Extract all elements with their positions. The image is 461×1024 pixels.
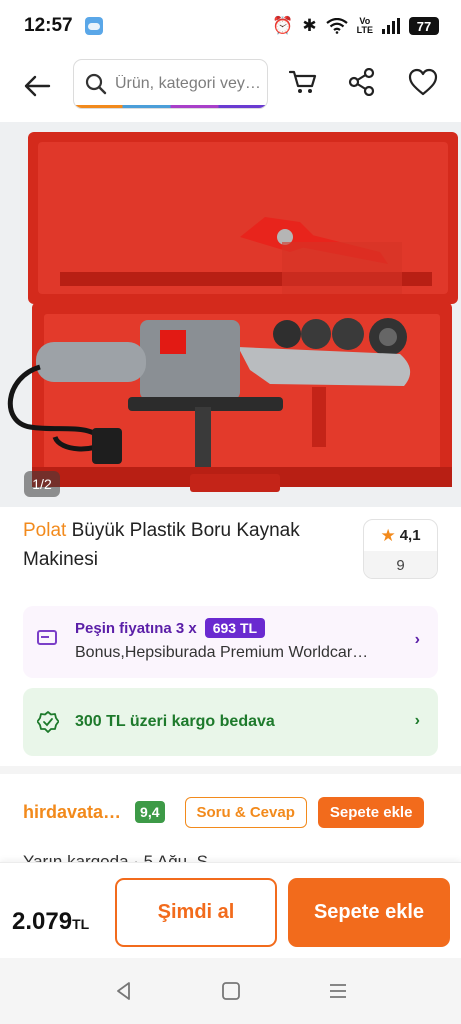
nav-back-button[interactable] [104, 971, 144, 1011]
product-image-carousel[interactable] [0, 122, 461, 507]
installment-card[interactable]: Peşin fiyatına 3 x 693 TL Bonus,Hepsibur… [23, 606, 438, 678]
price-currency: TL [72, 916, 90, 932]
triangle-back-icon [116, 982, 130, 1000]
weather-icon [84, 17, 103, 35]
section-divider [0, 766, 461, 774]
search-bar[interactable] [73, 59, 268, 109]
bottom-action-bar: 2.079TL Şimdi al Sepete ekle [0, 862, 461, 958]
battery-indicator: 77 [409, 17, 439, 35]
menu-lines-icon [329, 984, 346, 998]
back-button[interactable] [17, 66, 57, 106]
favorite-button[interactable] [403, 62, 443, 102]
bluetooth-icon: ✱ [302, 16, 317, 35]
arrow-left-icon [24, 75, 51, 97]
qa-button[interactable]: Soru & Cevap [184, 796, 307, 828]
product-photo [7, 132, 458, 492]
search-icon [85, 73, 107, 95]
badge-check-icon [37, 711, 59, 733]
share-icon [348, 68, 375, 96]
chevron-right-icon: › [414, 712, 420, 729]
card-icon [37, 630, 57, 645]
cart-button[interactable] [283, 62, 323, 102]
star-icon: ★ [380, 525, 396, 545]
product-title: Polat Büyük Plastik Boru Kaynak Makinesi [23, 516, 353, 574]
seller-add-to-cart-button[interactable]: Sepete ekle [317, 796, 425, 828]
search-input[interactable] [115, 75, 265, 93]
share-button[interactable] [342, 62, 382, 102]
volte-indicator: Vo LTE [357, 17, 373, 35]
status-icons: ⏰ ✱ Vo LTE 77 [272, 16, 439, 36]
image-counter: 1/2 [24, 471, 60, 497]
system-navigation-bar [0, 958, 461, 1024]
heart-icon [408, 68, 438, 96]
buy-now-button[interactable]: Şimdi al [115, 878, 277, 947]
seller-name[interactable]: hirdavata… [23, 802, 121, 823]
free-shipping-card[interactable]: 300 TL üzeri kargo bedava › [23, 688, 438, 756]
rating-summary: ★ 4,1 [364, 520, 437, 551]
top-app-bar [0, 56, 461, 116]
rating-card[interactable]: ★ 4,1 9 [363, 519, 438, 579]
add-to-cart-button[interactable]: Sepete ekle [288, 878, 450, 947]
installment-label: Peşin fiyatına 3 x [75, 619, 197, 637]
square-home-icon [221, 982, 240, 1000]
review-count: 9 [364, 551, 437, 578]
seller-row: hirdavata… 9,4 Soru & Cevap Sepete ekle [23, 792, 438, 832]
nav-recents-button[interactable] [318, 971, 358, 1011]
installment-description: Bonus,Hepsiburada Premium Worldcar… [75, 644, 369, 661]
price-value: 2.079 [12, 908, 73, 935]
chevron-right-icon: › [414, 631, 420, 648]
nav-home-button[interactable] [211, 971, 251, 1011]
shipping-text: 300 TL üzeri kargo bedava [75, 713, 275, 730]
installment-amount: 693 TL [204, 618, 266, 638]
brand-link[interactable]: Polat [23, 520, 66, 541]
status-bar: 12:57 ⏰ ✱ Vo LTE 77 [0, 0, 461, 52]
volte-line2: LTE [356, 25, 373, 35]
search-accent-bar [74, 105, 267, 108]
price: 2.079TL [12, 908, 89, 936]
cart-icon [289, 70, 317, 93]
alarm-icon: ⏰ [272, 16, 294, 35]
signal-icon [382, 18, 400, 34]
installment-offer: Peşin fiyatına 3 x 693 TL [75, 618, 438, 638]
rating-value: 4,1 [399, 527, 421, 544]
seller-score-badge: 9,4 [135, 801, 165, 823]
status-time: 12:57 [24, 15, 73, 36]
wifi-icon [325, 18, 348, 34]
